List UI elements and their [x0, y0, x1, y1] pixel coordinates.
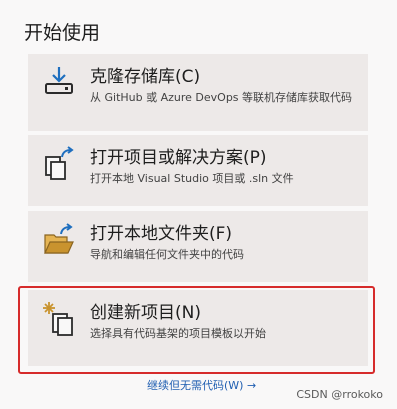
open-project-description: 打开本地 Visual Studio 项目或 .sln 文件	[90, 172, 294, 185]
watermark: CSDN @rrokoko	[296, 388, 383, 401]
create-new-project-title: 创建新项目(N)	[90, 303, 201, 323]
page-heading: 开始使用	[24, 22, 101, 44]
create-new-project-card[interactable]: 创建新项目(N) 选择具有代码基架的项目模板以开始	[28, 290, 368, 366]
open-folder-description: 导航和编辑任何文件夹中的代码	[90, 248, 244, 261]
clone-repository-title: 克隆存储库(C)	[90, 67, 201, 87]
continue-without-code-link[interactable]: 继续但无需代码(W) →	[147, 377, 256, 393]
new-project-icon	[41, 300, 77, 336]
open-folder-title: 打开本地文件夹(F)	[90, 224, 233, 244]
create-new-project-description: 选择具有代码基架的项目模板以开始	[90, 327, 266, 340]
folder-open-icon	[41, 221, 77, 257]
open-project-card[interactable]: 打开项目或解决方案(P) 打开本地 Visual Studio 项目或 .sln…	[28, 135, 368, 206]
open-folder-card[interactable]: 打开本地文件夹(F) 导航和编辑任何文件夹中的代码	[28, 211, 368, 282]
open-project-icon	[41, 145, 77, 181]
open-project-title: 打开项目或解决方案(P)	[90, 148, 267, 168]
clone-repository-description: 从 GitHub 或 Azure DevOps 等联机存储库获取代码	[90, 91, 353, 104]
clone-download-icon	[41, 64, 77, 100]
clone-repository-card[interactable]: 克隆存储库(C) 从 GitHub 或 Azure DevOps 等联机存储库获…	[28, 54, 368, 131]
